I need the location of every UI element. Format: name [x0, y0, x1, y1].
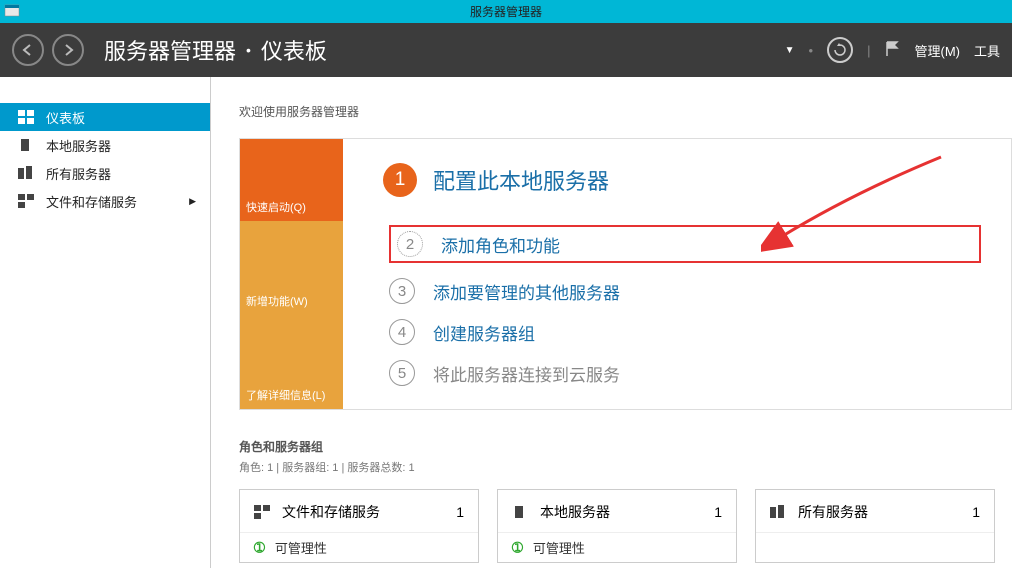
sidebar-item-label: 所有服务器 — [46, 164, 111, 183]
ok-icon: ➀ — [254, 540, 265, 556]
nav-arrows — [12, 34, 84, 66]
forward-button[interactable] — [52, 34, 84, 66]
step-2-label: 添加角色和功能 — [441, 232, 560, 257]
servers-icon — [18, 166, 36, 180]
tab-quickstart[interactable]: 快速启动(Q) — [240, 139, 343, 221]
server-icon — [512, 505, 530, 519]
refresh-button[interactable] — [827, 37, 853, 63]
step-number-2: 2 — [397, 231, 423, 257]
step-number-1: 1 — [383, 163, 417, 197]
sidebar-item-label: 仪表板 — [46, 108, 85, 127]
tile-count: 1 — [972, 504, 980, 520]
welcome-heading: 欢迎使用服务器管理器 — [239, 103, 1012, 120]
tab-whatsnew[interactable]: 新增功能(W) — [240, 221, 343, 315]
tile-title: 所有服务器 — [798, 502, 962, 522]
flag-icon[interactable] — [884, 40, 900, 61]
breadcrumb: 服务器管理器 • 仪表板 — [104, 34, 785, 66]
storage-icon — [254, 505, 272, 519]
breadcrumb-app: 服务器管理器 — [104, 34, 236, 66]
main-content: 欢迎使用服务器管理器 快速启动(Q) 新增功能(W) 了解详细信息(L) 1 配… — [211, 77, 1012, 568]
tab-learnmore[interactable]: 了解详细信息(L) — [240, 315, 343, 409]
sidebar-item-dashboard[interactable]: 仪表板 — [0, 103, 210, 131]
dashboard-icon — [18, 110, 36, 124]
back-button[interactable] — [12, 34, 44, 66]
cloud-step[interactable]: 5 将此服务器连接到云服务 — [389, 360, 981, 386]
refresh-icon — [833, 43, 847, 57]
servers-icon — [770, 505, 788, 519]
arrow-right-icon — [61, 43, 75, 57]
sidebar-item-label: 本地服务器 — [46, 136, 111, 155]
tile-title: 文件和存储服务 — [282, 502, 446, 522]
sidebar-item-local[interactable]: 本地服务器 — [0, 131, 210, 159]
titlebar: 服务器管理器 — [0, 0, 1012, 23]
window-title: 服务器管理器 — [470, 3, 542, 20]
server-icon — [18, 138, 36, 152]
dropdown-caret-icon[interactable]: ▼ — [785, 45, 795, 56]
configure-step[interactable]: 1 配置此本地服务器 — [383, 163, 981, 197]
step-4-label: 创建服务器组 — [433, 320, 535, 345]
tile-storage[interactable]: 文件和存储服务 1 ➀ 可管理性 — [239, 489, 479, 563]
arrow-left-icon — [21, 43, 35, 57]
step-number-5: 5 — [389, 360, 415, 386]
manage-menu[interactable]: 管理(M) — [914, 41, 960, 60]
step-1-label: 配置此本地服务器 — [433, 164, 609, 196]
ok-icon: ➀ — [512, 540, 523, 556]
sidebar-item-label: 文件和存储服务 — [46, 192, 137, 211]
breadcrumb-sep: • — [246, 42, 251, 58]
chevron-right-icon: ▶ — [189, 196, 196, 207]
tile-row — [756, 532, 994, 543]
add-roles-step[interactable]: 2 添加角色和功能 — [389, 225, 981, 263]
add-servers-step[interactable]: 3 添加要管理的其他服务器 — [389, 278, 981, 304]
create-group-step[interactable]: 4 创建服务器组 — [389, 319, 981, 345]
tools-menu[interactable]: 工具 — [974, 41, 1000, 60]
sidebar: 仪表板 本地服务器 所有服务器 文件和存储服务 ▶ — [0, 77, 211, 568]
step-3-label: 添加要管理的其他服务器 — [433, 279, 620, 304]
quickstart-panel: 快速启动(Q) 新增功能(W) 了解详细信息(L) 1 配置此本地服务器 2 添… — [239, 138, 1012, 410]
tile-row-manageability[interactable]: ➀ 可管理性 — [240, 532, 478, 562]
tile-count: 1 — [456, 504, 464, 520]
step-number-3: 3 — [389, 278, 415, 304]
roles-section-sub: 角色: 1 | 服务器组: 1 | 服务器总数: 1 — [239, 459, 1012, 475]
step-number-4: 4 — [389, 319, 415, 345]
app-icon — [4, 3, 20, 24]
tile-title: 本地服务器 — [540, 502, 704, 522]
roles-section-title: 角色和服务器组 — [239, 438, 1012, 455]
storage-icon — [18, 194, 36, 208]
tile-local[interactable]: 本地服务器 1 ➀ 可管理性 — [497, 489, 737, 563]
breadcrumb-page: 仪表板 — [261, 34, 327, 66]
step-5-label: 将此服务器连接到云服务 — [433, 361, 620, 386]
tile-count: 1 — [714, 504, 722, 520]
sidebar-item-all[interactable]: 所有服务器 — [0, 159, 210, 187]
toolbar: 服务器管理器 • 仪表板 ▼ • | 管理(M) 工具 — [0, 23, 1012, 77]
tile-all[interactable]: 所有服务器 1 — [755, 489, 995, 563]
sidebar-item-storage[interactable]: 文件和存储服务 ▶ — [0, 187, 210, 215]
tile-row-manageability[interactable]: ➀ 可管理性 — [498, 532, 736, 562]
tiles-row: 文件和存储服务 1 ➀ 可管理性 本地服务器 1 ➀ 可管理性 — [239, 489, 1012, 563]
hero-tabs: 快速启动(Q) 新增功能(W) 了解详细信息(L) — [240, 139, 343, 409]
